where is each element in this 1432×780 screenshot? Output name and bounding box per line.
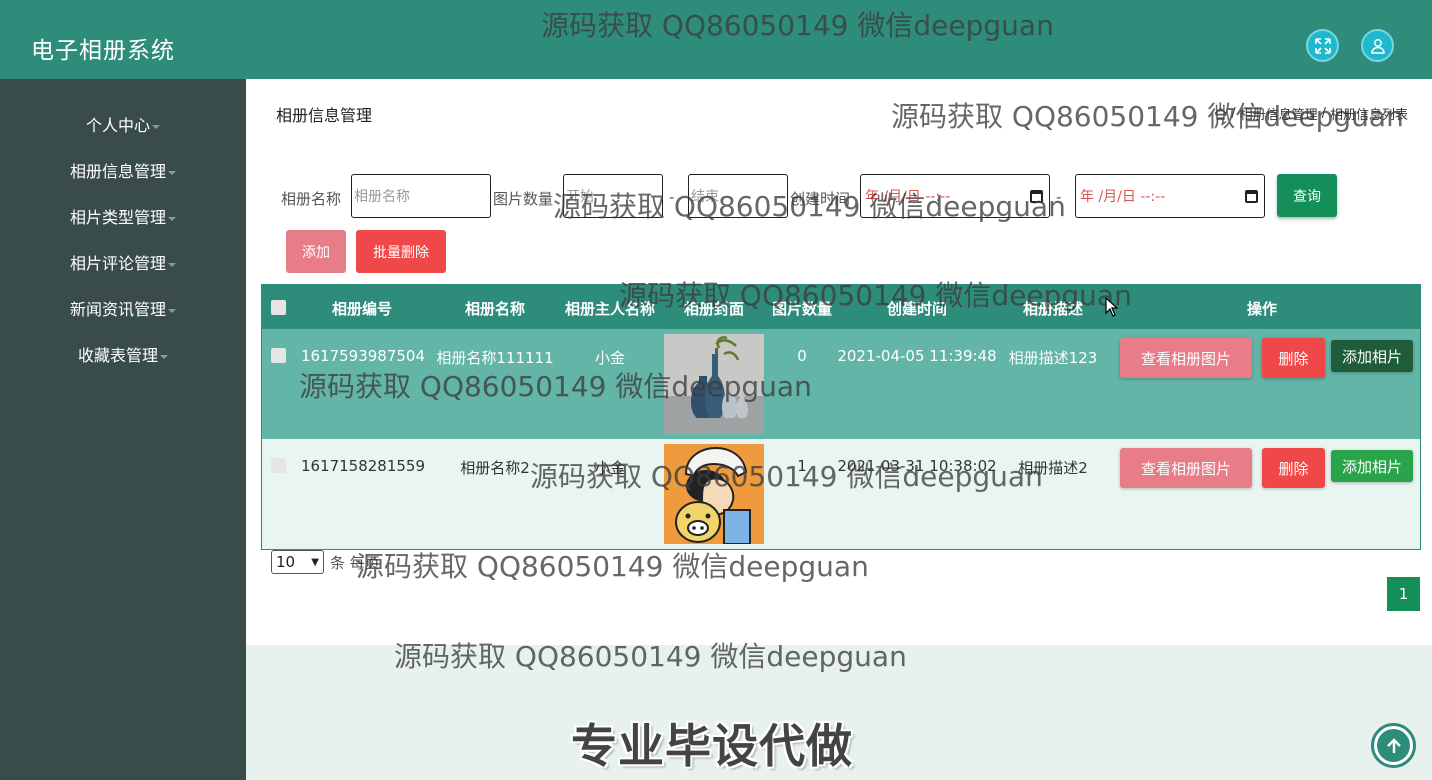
add-photo-button[interactable]: 添加相片 (1331, 340, 1413, 372)
view-album-photos-button[interactable]: 查看相册图片 (1120, 338, 1252, 378)
count-separator: - (669, 188, 675, 206)
start-date-input[interactable]: 年 /月/日 --:-- (860, 174, 1050, 218)
view-album-photos-button[interactable]: 查看相册图片 (1120, 448, 1252, 488)
delete-button[interactable]: 删除 (1262, 338, 1325, 378)
album-name-input[interactable]: 相册名称 (351, 174, 491, 218)
breadcrumb-sep: / (1321, 106, 1326, 121)
sidebar-item-favorites[interactable]: 收藏表管理 (0, 342, 246, 366)
app-title: 电子相册系统 (31, 38, 175, 64)
user-icon (1370, 38, 1385, 54)
add-photo-button[interactable]: 添加相片 (1331, 450, 1413, 482)
mouse-cursor-icon (1105, 297, 1119, 317)
cell-photo-count: 1 (797, 457, 807, 475)
album-table: 相册编号 相册名称 相册主人名称 相册封面 图片数量 创建时间 相册描述 操作 … (261, 284, 1421, 550)
caret-down-icon (168, 216, 176, 221)
cell-create-time: 2021-04-05 11:39:48 (837, 347, 997, 365)
delete-button[interactable]: 删除 (1262, 448, 1325, 488)
caret-down-icon (160, 354, 168, 359)
table-row: 1617593987504 相册名称111111 小金 0 2021-04-05… (262, 329, 1420, 439)
breadcrumb-album-list: 相册信息列表 (1329, 108, 1408, 123)
top-header: 电子相册系统 (0, 0, 1432, 79)
sidebar-item-personal-center[interactable]: 个人中心 (0, 112, 246, 136)
caret-down-icon (168, 308, 176, 313)
cell-album-id: 1617158281559 (300, 457, 426, 475)
col-cover: 相册封面 (683, 300, 744, 318)
cell-album-name: 相册名称2 (460, 459, 530, 477)
table-row: 1617158281559 相册名称2 小金 1 2021-03-31 10:3… (262, 439, 1420, 549)
sidebar-item-album-info[interactable]: 相册信息管理 (0, 158, 246, 182)
main-panel: 相册信息管理 / 相册信息管理 / 相册信息列表 相册名称 相册名称 图片数量 … (246, 79, 1432, 645)
page-size-select[interactable]: 10 ▼ (271, 550, 324, 574)
cell-owner-name: 小金 (594, 459, 625, 477)
sidebar-item-photo-comment[interactable]: 相片评论管理 (0, 250, 246, 274)
create-time-label: 创建时间 (790, 190, 851, 208)
page-size-unit: 条 每页 (330, 553, 380, 572)
arrow-up-icon (1386, 737, 1401, 753)
cell-owner-name: 小金 (594, 349, 625, 367)
cell-album-id: 1617593987504 (300, 347, 426, 365)
cell-description: 相册描述2 (1018, 459, 1088, 477)
calendar-icon[interactable] (1245, 189, 1258, 203)
fullscreen-button[interactable] (1306, 29, 1339, 62)
cell-description: 相册描述123 (1008, 349, 1098, 367)
album-cover-image[interactable] (664, 444, 764, 544)
breadcrumb-sep: / (1231, 106, 1236, 121)
caret-down-icon (152, 124, 160, 129)
count-start-input[interactable]: 开始 (563, 174, 663, 218)
album-name-label: 相册名称 (281, 190, 342, 208)
breadcrumb-album-info[interactable]: 相册信息管理 (1240, 104, 1318, 123)
sidebar: 个人中心 相册信息管理 相片类型管理 相片评论管理 新闻资讯管理 收藏表管理 (0, 79, 246, 780)
batch-delete-button[interactable]: 批量删除 (356, 230, 446, 273)
breadcrumb: / 相册信息管理 / 相册信息列表 (1214, 104, 1408, 123)
sidebar-item-news[interactable]: 新闻资讯管理 (0, 296, 246, 320)
sidebar-item-photo-type[interactable]: 相片类型管理 (0, 204, 246, 228)
col-photo-count: 图片数量 (771, 300, 832, 318)
page-title: 相册信息管理 (276, 106, 373, 125)
caret-down-icon (168, 170, 176, 175)
col-operations: 操作 (1246, 300, 1277, 318)
calendar-icon[interactable] (1030, 189, 1043, 203)
back-to-top-button[interactable] (1371, 723, 1416, 768)
page-size-control: 10 ▼ 条 每页 (271, 550, 380, 574)
album-cover-image[interactable] (664, 334, 764, 434)
expand-icon (1314, 37, 1331, 54)
add-button[interactable]: 添加 (286, 230, 346, 273)
user-button[interactable] (1361, 29, 1394, 62)
select-all-checkbox[interactable] (271, 300, 286, 315)
end-date-input[interactable]: 年 /月/日 --:-- (1075, 174, 1265, 218)
promo-text: 专业毕设代做 (571, 719, 853, 773)
col-album-id: 相册编号 (331, 300, 392, 318)
col-album-name: 相册名称 (464, 300, 525, 318)
row-checkbox[interactable] (271, 348, 286, 363)
cell-photo-count: 0 (797, 347, 807, 365)
count-end-input[interactable]: 结束 (688, 174, 788, 218)
caret-down-icon (168, 262, 176, 267)
row-checkbox[interactable] (271, 458, 286, 473)
home-icon (1214, 107, 1227, 120)
time-separator: - (1056, 188, 1062, 206)
query-button[interactable]: 查询 (1277, 174, 1337, 217)
photo-count-label: 图片数量 (493, 190, 554, 208)
chevron-down-icon: ▼ (311, 556, 319, 568)
cell-create-time: 2021-03-31 10:38:02 (837, 457, 997, 475)
page-number-current[interactable]: 1 (1387, 577, 1420, 611)
col-create-time: 创建时间 (886, 300, 947, 318)
table-header: 相册编号 相册名称 相册主人名称 相册封面 图片数量 创建时间 相册描述 操作 (262, 285, 1420, 329)
cell-album-name: 相册名称111111 (436, 349, 554, 367)
col-owner-name: 相册主人名称 (564, 300, 655, 318)
col-description: 相册描述 (1022, 300, 1083, 318)
